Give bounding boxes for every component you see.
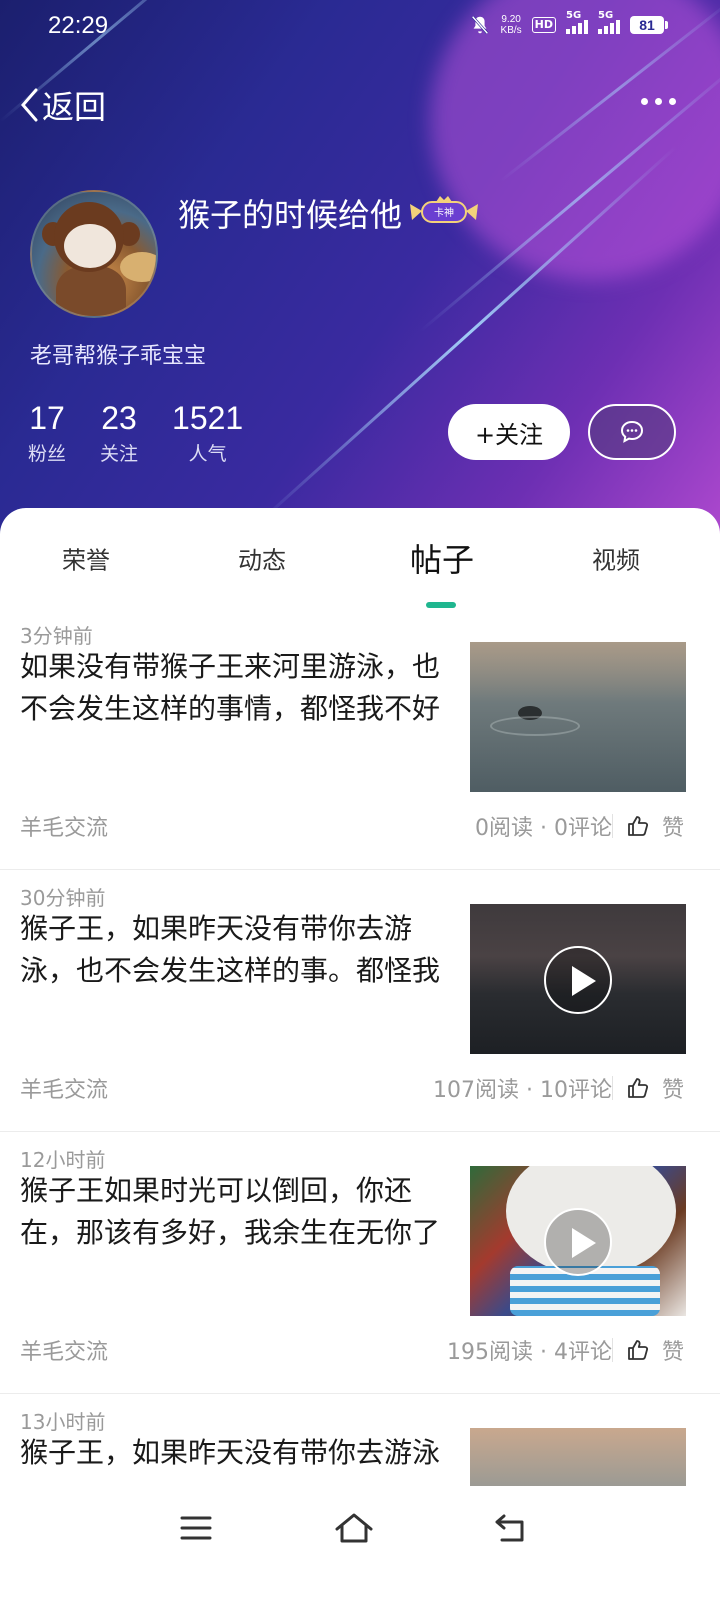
back-button[interactable]: 返回: [18, 82, 106, 128]
signal-icon: 5G: [566, 10, 588, 34]
post-thumbnail[interactable]: [470, 642, 686, 792]
stat-value: 1521: [172, 400, 244, 436]
chevron-left-icon: [21, 88, 38, 122]
net-speed-value: 9.20: [501, 14, 521, 25]
tab-activity[interactable]: 动态: [238, 541, 286, 576]
back-nav-button[interactable]: [492, 1508, 532, 1548]
thumbs-up-icon: [628, 816, 649, 836]
comment-count: 4评论: [554, 1340, 612, 1365]
post-item[interactable]: 12小时前 猴子王如果时光可以倒回，你还在，那该有多好，我余生在无你了 羊毛交流…: [0, 1132, 720, 1394]
read-count: 107阅读: [433, 1078, 520, 1103]
comment-count: 10评论: [540, 1078, 612, 1103]
stat-popularity: 1521 人气: [172, 400, 243, 466]
stat-label: 关注: [100, 443, 139, 465]
thumbs-up-icon: [628, 1340, 649, 1360]
tab-honor[interactable]: 荣誉: [62, 541, 110, 576]
badge-text: 卡神: [434, 206, 454, 219]
post-time: 30分钟前: [20, 886, 106, 910]
post-time: 12小时前: [20, 1148, 106, 1172]
post-meta: 0阅读 · 0评论: [475, 810, 612, 842]
like-label: 赞: [662, 1340, 685, 1365]
stat-label: 人气: [188, 443, 227, 465]
play-icon[interactable]: [544, 1208, 612, 1276]
post-text: 猴子王如果时光可以倒回，你还在，那该有多好，我余生在无你了: [20, 1174, 441, 1249]
comment-count: 0评论: [554, 816, 612, 841]
more-options-button[interactable]: [641, 98, 676, 105]
read-count: 195阅读: [447, 1340, 534, 1365]
divider: [612, 1076, 613, 1100]
post-time: 3分钟前: [20, 624, 93, 648]
stat-value: 17: [29, 400, 65, 436]
post-time: 13小时前: [20, 1410, 106, 1434]
post-text: 猴子王，如果昨天没有带你去游泳: [20, 1436, 441, 1469]
profile-bio: 老哥帮猴子乖宝宝: [30, 344, 207, 369]
content-sheet: 荣誉 动态 帖子 视频 3分钟前 如果没有带猴子王来河里游泳，也不会发生这样的事…: [0, 508, 720, 1600]
post-item[interactable]: 3分钟前 如果没有带猴子王来河里游泳，也不会发生这样的事情，都怪我不好 羊毛交流…: [0, 608, 720, 870]
signal-icon: 5G: [598, 10, 620, 34]
rank-badge-icon: 卡神: [410, 196, 478, 223]
system-nav-bar: [0, 1486, 720, 1600]
like-button[interactable]: 赞: [626, 810, 684, 842]
read-count: 0阅读: [475, 816, 534, 841]
status-time: 22:29: [48, 12, 109, 39]
like-label: 赞: [662, 1078, 685, 1103]
stat-value: 23: [101, 400, 137, 436]
play-icon[interactable]: [544, 946, 612, 1014]
meta-separator: ·: [533, 1340, 554, 1365]
avatar[interactable]: [30, 190, 158, 318]
stat-following[interactable]: 23 关注: [100, 400, 138, 466]
dot-icon: [669, 98, 676, 105]
post-meta: 195阅读 · 4评论: [447, 1334, 612, 1366]
hd-badge: HD: [531, 17, 556, 33]
meta-separator: ·: [519, 1078, 540, 1103]
meta-separator: ·: [533, 816, 554, 841]
divider: [612, 1338, 613, 1362]
back-label: 返回: [42, 88, 107, 126]
tab-bar: 荣誉 动态 帖子 视频: [0, 508, 720, 608]
post-thumbnail[interactable]: [470, 904, 686, 1054]
post-category[interactable]: 羊毛交流: [20, 810, 108, 842]
divider: [612, 814, 613, 838]
stat-fans[interactable]: 17 粉丝: [28, 400, 66, 466]
follow-button[interactable]: +关注: [448, 404, 570, 460]
post-category[interactable]: 羊毛交流: [20, 1334, 108, 1366]
post-thumbnail[interactable]: [470, 1166, 686, 1316]
status-icons: 9.20 KB/s HD 5G 5G 81: [469, 10, 668, 36]
message-button[interactable]: [588, 404, 676, 460]
post-item[interactable]: 30分钟前 猴子王，如果昨天没有带你去游泳，也不会发生这样的事。都怪我 羊毛交流…: [0, 870, 720, 1132]
status-bar: 22:29 9.20 KB/s HD 5G 5G 81: [0, 0, 720, 56]
post-text: 如果没有带猴子王来河里游泳，也不会发生这样的事情，都怪我不好: [20, 650, 441, 725]
dot-icon: [641, 98, 648, 105]
menu-icon: [180, 1516, 212, 1540]
menu-button[interactable]: [176, 1508, 216, 1548]
chat-bubble-icon: [620, 420, 644, 443]
net-speed-unit: KB/s: [500, 25, 522, 36]
like-label: 赞: [662, 816, 685, 841]
home-icon: [335, 1513, 373, 1543]
like-button[interactable]: 赞: [626, 1072, 684, 1104]
post-meta: 107阅读 · 10评论: [433, 1072, 612, 1104]
back-arrow-icon: [495, 1514, 524, 1542]
signal-label: 5G: [566, 10, 582, 21]
net-speed: 9.20 KB/s: [501, 14, 522, 36]
thumbs-up-icon: [628, 1078, 649, 1098]
profile-stats: 17 粉丝 23 关注 1521 人气: [28, 400, 277, 466]
post-category[interactable]: 羊毛交流: [20, 1072, 108, 1104]
post-text: 猴子王，如果昨天没有带你去游泳，也不会发生这样的事。都怪我: [20, 912, 441, 987]
like-button[interactable]: 赞: [626, 1334, 684, 1366]
stat-label: 粉丝: [28, 443, 67, 465]
profile-name: 猴子的时候给他: [178, 196, 403, 234]
tab-videos[interactable]: 视频: [592, 541, 640, 576]
home-button[interactable]: [334, 1508, 374, 1548]
mute-bell-icon: [469, 14, 491, 36]
tab-posts[interactable]: 帖子: [410, 535, 474, 581]
battery-icon: 81: [630, 16, 668, 34]
signal-label: 5G: [598, 10, 614, 21]
dot-icon: [655, 98, 662, 105]
